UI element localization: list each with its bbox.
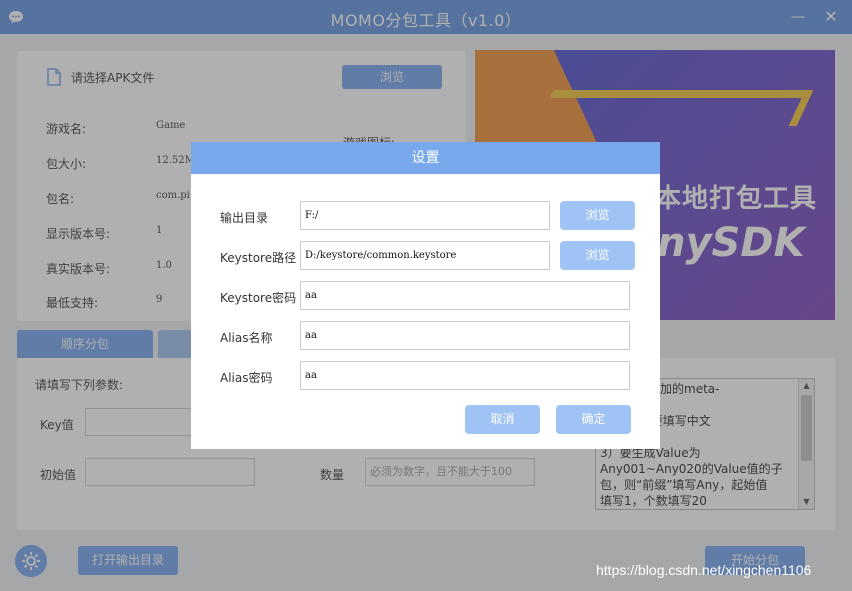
keystore-path-input[interactable]: D:/keystore/common.keystore: [300, 241, 550, 270]
alias-password-input[interactable]: aa: [300, 361, 630, 390]
alias-password-label: Alias密码: [220, 371, 273, 385]
keystore-browse-button[interactable]: 浏览: [560, 241, 635, 270]
cancel-button[interactable]: 取消: [465, 405, 540, 434]
output-dir-label: 输出目录: [220, 211, 269, 225]
app-window: MOMO分包工具（v1.0） — ✕ 请选择APK文件 浏览 游戏名: Game…: [0, 0, 852, 591]
watermark-text: https://blog.csdn.net/xingchen1106: [596, 562, 812, 578]
output-dir-input[interactable]: F:/: [300, 201, 550, 230]
keystore-password-label: Keystore密码: [220, 291, 297, 305]
keystore-password-input[interactable]: aa: [300, 281, 630, 310]
keystore-path-label: Keystore路径: [220, 251, 297, 265]
alias-name-input[interactable]: aa: [300, 321, 630, 350]
confirm-button[interactable]: 确定: [556, 405, 631, 434]
alias-name-label: Alias名称: [220, 331, 273, 345]
output-dir-browse-button[interactable]: 浏览: [560, 201, 635, 230]
settings-dialog: 设置 输出目录 F:/ 浏览 Keystore路径 D:/keystore/co…: [191, 142, 660, 449]
dialog-title: 设置: [191, 142, 660, 174]
